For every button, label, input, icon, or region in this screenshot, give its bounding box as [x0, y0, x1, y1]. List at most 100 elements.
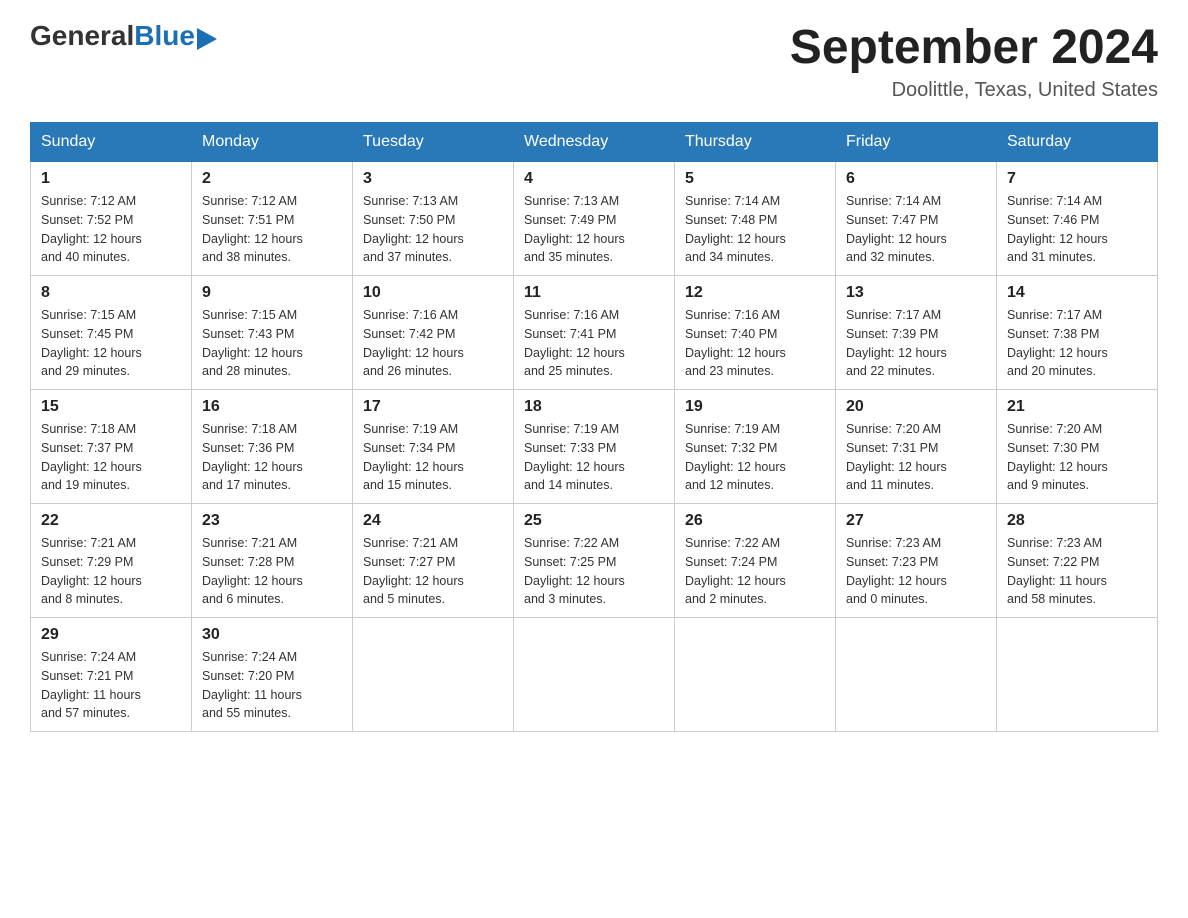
- day-info: Sunrise: 7:23 AMSunset: 7:22 PMDaylight:…: [1007, 534, 1147, 609]
- day-info: Sunrise: 7:18 AMSunset: 7:37 PMDaylight:…: [41, 420, 181, 495]
- day-number: 9: [202, 284, 342, 302]
- day-number: 14: [1007, 284, 1147, 302]
- day-number: 8: [41, 284, 181, 302]
- day-number: 29: [41, 626, 181, 644]
- calendar-cell: 14 Sunrise: 7:17 AMSunset: 7:38 PMDayligh…: [997, 276, 1158, 390]
- calendar-week-row: 1 Sunrise: 7:12 AMSunset: 7:52 PMDaylight…: [31, 162, 1158, 276]
- day-header-wednesday: Wednesday: [514, 123, 675, 162]
- day-info: Sunrise: 7:12 AMSunset: 7:51 PMDaylight:…: [202, 192, 342, 267]
- day-number: 1: [41, 170, 181, 188]
- day-number: 2: [202, 170, 342, 188]
- day-number: 13: [846, 284, 986, 302]
- calendar-cell: 6Sunrise: 7:14 AMSunset: 7:47 PMDaylight…: [836, 162, 997, 276]
- day-number: 11: [524, 284, 664, 302]
- day-number: 23: [202, 512, 342, 530]
- day-header-sunday: Sunday: [31, 123, 192, 162]
- day-header-monday: Monday: [192, 123, 353, 162]
- calendar-cell: 10Sunrise: 7:16 AMSunset: 7:42 PMDayligh…: [353, 276, 514, 390]
- day-info: Sunrise: 7:18 AMSunset: 7:36 PMDaylight:…: [202, 420, 342, 495]
- day-number: 27: [846, 512, 986, 530]
- calendar-cell: 19 Sunrise: 7:19 AMSunset: 7:32 PMDayligh…: [675, 390, 836, 504]
- day-header-friday: Friday: [836, 123, 997, 162]
- logo-text: General Blue: [30, 20, 217, 52]
- day-info: Sunrise: 7:12 AMSunset: 7:52 PMDaylight:…: [41, 192, 181, 267]
- day-info: Sunrise: 7:14 AMSunset: 7:46 PMDaylight:…: [1007, 192, 1147, 267]
- logo-blue-text: Blue: [134, 20, 195, 52]
- calendar-cell: 4 Sunrise: 7:13 AMSunset: 7:49 PMDaylight…: [514, 162, 675, 276]
- day-info: Sunrise: 7:20 AMSunset: 7:31 PMDaylight:…: [846, 420, 986, 495]
- day-number: 15: [41, 398, 181, 416]
- day-number: 24: [363, 512, 503, 530]
- day-info: Sunrise: 7:21 AMSunset: 7:29 PMDaylight:…: [41, 534, 181, 609]
- day-info: Sunrise: 7:14 AMSunset: 7:48 PMDaylight:…: [685, 192, 825, 267]
- day-info: Sunrise: 7:22 AMSunset: 7:25 PMDaylight:…: [524, 534, 664, 609]
- day-number: 26: [685, 512, 825, 530]
- calendar-cell: 20 Sunrise: 7:20 AMSunset: 7:31 PMDayligh…: [836, 390, 997, 504]
- calendar-cell: 8 Sunrise: 7:15 AMSunset: 7:45 PMDaylight…: [31, 276, 192, 390]
- calendar-cell: 11 Sunrise: 7:16 AMSunset: 7:41 PMDayligh…: [514, 276, 675, 390]
- calendar-cell: 1 Sunrise: 7:12 AMSunset: 7:52 PMDaylight…: [31, 162, 192, 276]
- day-info: Sunrise: 7:19 AMSunset: 7:34 PMDaylight:…: [363, 420, 503, 495]
- calendar-cell: 3Sunrise: 7:13 AMSunset: 7:50 PMDaylight…: [353, 162, 514, 276]
- day-info: Sunrise: 7:17 AMSunset: 7:39 PMDaylight:…: [846, 306, 986, 381]
- day-number: 16: [202, 398, 342, 416]
- day-info: Sunrise: 7:24 AMSunset: 7:21 PMDaylight:…: [41, 648, 181, 723]
- calendar-header-row: SundayMondayTuesdayWednesdayThursdayFrid…: [31, 123, 1158, 162]
- day-number: 4: [524, 170, 664, 188]
- day-number: 22: [41, 512, 181, 530]
- location-text: Doolittle, Texas, United States: [790, 79, 1158, 102]
- day-number: 12: [685, 284, 825, 302]
- calendar-cell: [997, 618, 1158, 732]
- calendar-cell: 15 Sunrise: 7:18 AMSunset: 7:37 PMDayligh…: [31, 390, 192, 504]
- day-info: Sunrise: 7:19 AMSunset: 7:32 PMDaylight:…: [685, 420, 825, 495]
- logo-arrow-icon: [197, 28, 217, 50]
- day-number: 19: [685, 398, 825, 416]
- calendar-week-row: 15 Sunrise: 7:18 AMSunset: 7:37 PMDayligh…: [31, 390, 1158, 504]
- day-header-thursday: Thursday: [675, 123, 836, 162]
- calendar-cell: 12 Sunrise: 7:16 AMSunset: 7:40 PMDayligh…: [675, 276, 836, 390]
- calendar-cell: 26 Sunrise: 7:22 AMSunset: 7:24 PMDayligh…: [675, 504, 836, 618]
- calendar-cell: 27 Sunrise: 7:23 AMSunset: 7:23 PMDayligh…: [836, 504, 997, 618]
- day-info: Sunrise: 7:21 AMSunset: 7:27 PMDaylight:…: [363, 534, 503, 609]
- calendar-cell: 23 Sunrise: 7:21 AMSunset: 7:28 PMDayligh…: [192, 504, 353, 618]
- day-header-tuesday: Tuesday: [353, 123, 514, 162]
- day-info: Sunrise: 7:23 AMSunset: 7:23 PMDaylight:…: [846, 534, 986, 609]
- calendar-cell: [675, 618, 836, 732]
- day-info: Sunrise: 7:17 AMSunset: 7:38 PMDaylight:…: [1007, 306, 1147, 381]
- calendar-cell: 29 Sunrise: 7:24 AMSunset: 7:21 PMDayligh…: [31, 618, 192, 732]
- day-number: 3: [363, 170, 503, 188]
- calendar-week-row: 29 Sunrise: 7:24 AMSunset: 7:21 PMDayligh…: [31, 618, 1158, 732]
- logo-blue-part: Blue: [134, 20, 217, 52]
- calendar-cell: 24 Sunrise: 7:21 AMSunset: 7:27 PMDayligh…: [353, 504, 514, 618]
- title-section: September 2024 Doolittle, Texas, United …: [790, 20, 1158, 102]
- calendar-cell: 7Sunrise: 7:14 AMSunset: 7:46 PMDaylight…: [997, 162, 1158, 276]
- calendar-table: SundayMondayTuesdayWednesdayThursdayFrid…: [30, 122, 1158, 732]
- day-number: 21: [1007, 398, 1147, 416]
- calendar-cell: [514, 618, 675, 732]
- calendar-cell: 28Sunrise: 7:23 AMSunset: 7:22 PMDayligh…: [997, 504, 1158, 618]
- day-number: 6: [846, 170, 986, 188]
- day-info: Sunrise: 7:20 AMSunset: 7:30 PMDaylight:…: [1007, 420, 1147, 495]
- calendar-cell: 18Sunrise: 7:19 AMSunset: 7:33 PMDayligh…: [514, 390, 675, 504]
- day-info: Sunrise: 7:16 AMSunset: 7:41 PMDaylight:…: [524, 306, 664, 381]
- day-header-saturday: Saturday: [997, 123, 1158, 162]
- calendar-week-row: 22 Sunrise: 7:21 AMSunset: 7:29 PMDayligh…: [31, 504, 1158, 618]
- day-info: Sunrise: 7:15 AMSunset: 7:45 PMDaylight:…: [41, 306, 181, 381]
- day-info: Sunrise: 7:16 AMSunset: 7:40 PMDaylight:…: [685, 306, 825, 381]
- calendar-cell: 25 Sunrise: 7:22 AMSunset: 7:25 PMDayligh…: [514, 504, 675, 618]
- calendar-cell: 16 Sunrise: 7:18 AMSunset: 7:36 PMDayligh…: [192, 390, 353, 504]
- day-info: Sunrise: 7:22 AMSunset: 7:24 PMDaylight:…: [685, 534, 825, 609]
- calendar-week-row: 8 Sunrise: 7:15 AMSunset: 7:45 PMDaylight…: [31, 276, 1158, 390]
- day-info: Sunrise: 7:21 AMSunset: 7:28 PMDaylight:…: [202, 534, 342, 609]
- day-number: 17: [363, 398, 503, 416]
- day-info: Sunrise: 7:13 AMSunset: 7:49 PMDaylight:…: [524, 192, 664, 267]
- day-number: 25: [524, 512, 664, 530]
- day-number: 20: [846, 398, 986, 416]
- calendar-cell: [353, 618, 514, 732]
- day-number: 5: [685, 170, 825, 188]
- day-info: Sunrise: 7:15 AMSunset: 7:43 PMDaylight:…: [202, 306, 342, 381]
- page-header: General Blue September 2024 Doolittle, T…: [30, 20, 1158, 102]
- calendar-cell: 13 Sunrise: 7:17 AMSunset: 7:39 PMDayligh…: [836, 276, 997, 390]
- logo-general-text: General: [30, 20, 134, 52]
- day-info: Sunrise: 7:19 AMSunset: 7:33 PMDaylight:…: [524, 420, 664, 495]
